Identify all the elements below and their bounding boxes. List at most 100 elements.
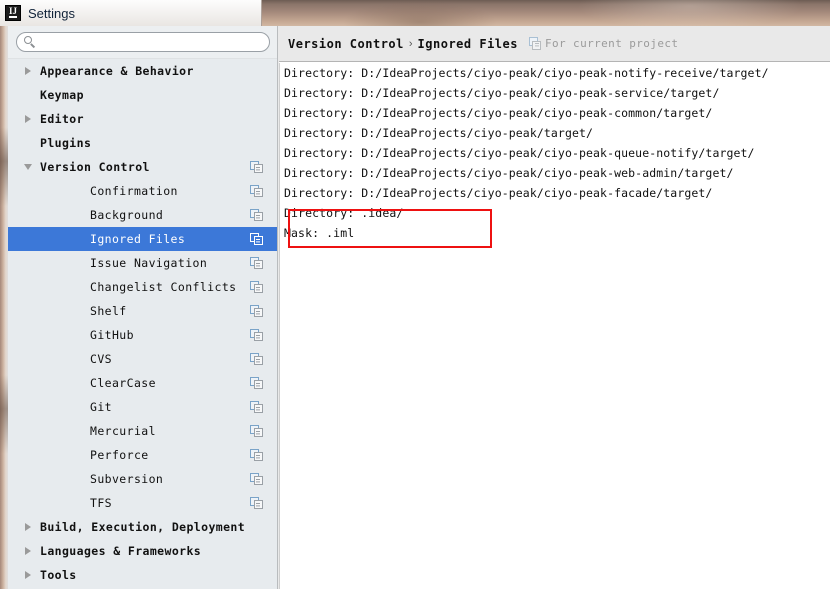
- chevron-right-icon[interactable]: [20, 547, 36, 555]
- sidebar-item-languages-frameworks[interactable]: Languages & Frameworks: [8, 539, 277, 563]
- sidebar-item-label: TFS: [90, 496, 112, 510]
- sidebar-item-background[interactable]: Background: [8, 203, 277, 227]
- sidebar-item-version-control[interactable]: Version Control: [8, 155, 277, 179]
- search-icon: [23, 36, 36, 48]
- sidebar-item-label: Confirmation: [90, 184, 178, 198]
- project-scope-icon[interactable]: [250, 280, 263, 294]
- chevron-right-icon[interactable]: [20, 523, 36, 531]
- ignored-entry-text: Mask: .iml: [284, 226, 355, 240]
- ignored-entry-row[interactable]: Directory: D:/IdeaProjects/ciyo-peak/ciy…: [280, 83, 830, 103]
- sidebar-item-appearance-behavior[interactable]: Appearance & Behavior: [8, 59, 277, 83]
- sidebar-item-git[interactable]: Git: [8, 395, 277, 419]
- ignored-entry-row[interactable]: Mask: .iml: [280, 223, 830, 243]
- ignored-entry-row[interactable]: Directory: D:/IdeaProjects/ciyo-peak/ciy…: [280, 183, 830, 203]
- sidebar-item-tools[interactable]: Tools: [8, 563, 277, 587]
- sidebar-item-mercurial[interactable]: Mercurial: [8, 419, 277, 443]
- idea-logo-letters: IJ: [8, 6, 17, 16]
- sidebar-item-label: Issue Navigation: [90, 256, 208, 270]
- ignored-entry-text: Directory: D:/IdeaProjects/ciyo-peak/ciy…: [284, 186, 713, 200]
- content-header: Version Control › Ignored Files For curr…: [279, 26, 830, 62]
- sidebar-item-subversion[interactable]: Subversion: [8, 467, 277, 491]
- breadcrumb-current: Ignored Files: [417, 36, 518, 51]
- sidebar-item-clearcase[interactable]: ClearCase: [8, 371, 277, 395]
- sidebar-item-label: Mercurial: [90, 424, 156, 438]
- project-scope-icon[interactable]: [250, 376, 263, 390]
- search-input[interactable]: [35, 34, 269, 50]
- project-scope-icon[interactable]: [250, 496, 263, 510]
- sidebar-item-shelf[interactable]: Shelf: [8, 299, 277, 323]
- chevron-right-icon[interactable]: [20, 571, 36, 579]
- sidebar-item-label: Plugins: [40, 136, 92, 150]
- sidebar-item-github[interactable]: GitHub: [8, 323, 277, 347]
- project-scope-icon[interactable]: [250, 424, 263, 438]
- sidebar-item-label: Build, Execution, Deployment: [40, 520, 246, 534]
- search-field[interactable]: [15, 32, 270, 52]
- project-scope-icon[interactable]: [250, 256, 263, 270]
- window-title: Settings: [28, 5, 75, 21]
- sidebar-item-ignored-files[interactable]: Ignored Files: [8, 227, 277, 251]
- sidebar-item-label: Perforce: [90, 448, 149, 462]
- sidebar-item-build-execution-deployment[interactable]: Build, Execution, Deployment: [8, 515, 277, 539]
- sidebar-item-changelist-conflicts[interactable]: Changelist Conflicts: [8, 275, 277, 299]
- ignored-entry-text: Directory: D:/IdeaProjects/ciyo-peak/ciy…: [284, 86, 720, 100]
- chevron-right-icon[interactable]: [20, 67, 36, 75]
- sidebar-item-label: Tools: [40, 568, 77, 582]
- project-scope-icon[interactable]: [250, 352, 263, 366]
- settings-window: IJ Settings Appearance & Behavior Keymap E…: [0, 0, 830, 589]
- ignored-entry-text: Directory: D:/IdeaProjects/ciyo-peak/tar…: [284, 126, 594, 140]
- project-scope-icon[interactable]: [250, 184, 263, 198]
- search-bar: [8, 26, 277, 59]
- sidebar-item-label: Editor: [40, 112, 84, 126]
- breadcrumb-parent[interactable]: Version Control: [288, 37, 404, 51]
- chevron-right-icon[interactable]: [20, 115, 36, 123]
- breadcrumb-separator: ›: [408, 37, 413, 50]
- project-scope-icon[interactable]: [250, 448, 263, 462]
- ignored-files-list[interactable]: Directory: D:/IdeaProjects/ciyo-peak/ciy…: [279, 63, 830, 589]
- ignored-entry-row[interactable]: Directory: D:/IdeaProjects/ciyo-peak/ciy…: [280, 143, 830, 163]
- project-scope-icon[interactable]: [250, 232, 263, 246]
- project-scope-icon[interactable]: [250, 304, 263, 318]
- sidebar-item-label: Git: [90, 400, 112, 414]
- ignored-entry-row[interactable]: Directory: D:/IdeaProjects/ciyo-peak/ciy…: [280, 63, 830, 83]
- sidebar-item-label: Shelf: [90, 304, 127, 318]
- ignored-entry-text: Directory: D:/IdeaProjects/ciyo-peak/ciy…: [284, 66, 769, 80]
- sidebar-item-label: Appearance & Behavior: [40, 64, 194, 78]
- scope-note-text: For current project: [544, 37, 679, 50]
- sidebar-item-label: Subversion: [90, 472, 164, 486]
- window-left-border: [0, 26, 8, 589]
- sidebar-item-label: Ignored Files: [90, 232, 186, 246]
- ignored-entry-row[interactable]: Directory: D:/IdeaProjects/ciyo-peak/ciy…: [280, 163, 830, 183]
- project-scope-icon[interactable]: [250, 400, 263, 414]
- scope-note: For current project: [528, 37, 679, 50]
- ignored-entry-text: Directory: D:/IdeaProjects/ciyo-peak/ciy…: [284, 146, 755, 160]
- sidebar-item-cvs[interactable]: CVS: [8, 347, 277, 371]
- sidebar-item-perforce[interactable]: Perforce: [8, 443, 277, 467]
- sidebar-item-confirmation[interactable]: Confirmation: [8, 179, 277, 203]
- ignored-entry-text: Directory: .idea/: [284, 206, 404, 220]
- sidebar-item-label: Changelist Conflicts: [90, 280, 237, 294]
- ignored-entry-row[interactable]: Directory: D:/IdeaProjects/ciyo-peak/tar…: [280, 123, 830, 143]
- project-scope-icon[interactable]: [250, 328, 263, 342]
- settings-tree: Appearance & Behavior Keymap Editor Plugins…: [8, 59, 277, 589]
- sidebar-item-label: GitHub: [90, 328, 134, 342]
- sidebar-item-editor[interactable]: Editor: [8, 107, 277, 131]
- sidebar-item-label: Keymap: [40, 88, 84, 102]
- project-scope-icon[interactable]: [250, 160, 263, 174]
- sidebar-item-issue-navigation[interactable]: Issue Navigation: [8, 251, 277, 275]
- sidebar-item-plugins[interactable]: Plugins: [8, 131, 277, 155]
- idea-logo-underline: [9, 16, 17, 18]
- project-scope-icon[interactable]: [250, 472, 263, 486]
- sidebar-item-label: CVS: [90, 352, 112, 366]
- sidebar-item-label: ClearCase: [90, 376, 156, 390]
- sidebar-item-keymap[interactable]: Keymap: [8, 83, 277, 107]
- chevron-down-icon[interactable]: [20, 164, 36, 170]
- sidebar-item-label: Background: [90, 208, 164, 222]
- project-scope-icon: [528, 37, 542, 50]
- ignored-entry-row[interactable]: Directory: .idea/: [280, 203, 830, 223]
- window-title-bar: IJ Settings: [0, 0, 262, 26]
- project-scope-icon[interactable]: [250, 208, 263, 222]
- ignored-entry-text: Directory: D:/IdeaProjects/ciyo-peak/ciy…: [284, 166, 734, 180]
- sidebar-item-tfs[interactable]: TFS: [8, 491, 277, 515]
- settings-content-panel: Version Control › Ignored Files For curr…: [279, 26, 830, 589]
- ignored-entry-row[interactable]: Directory: D:/IdeaProjects/ciyo-peak/ciy…: [280, 103, 830, 123]
